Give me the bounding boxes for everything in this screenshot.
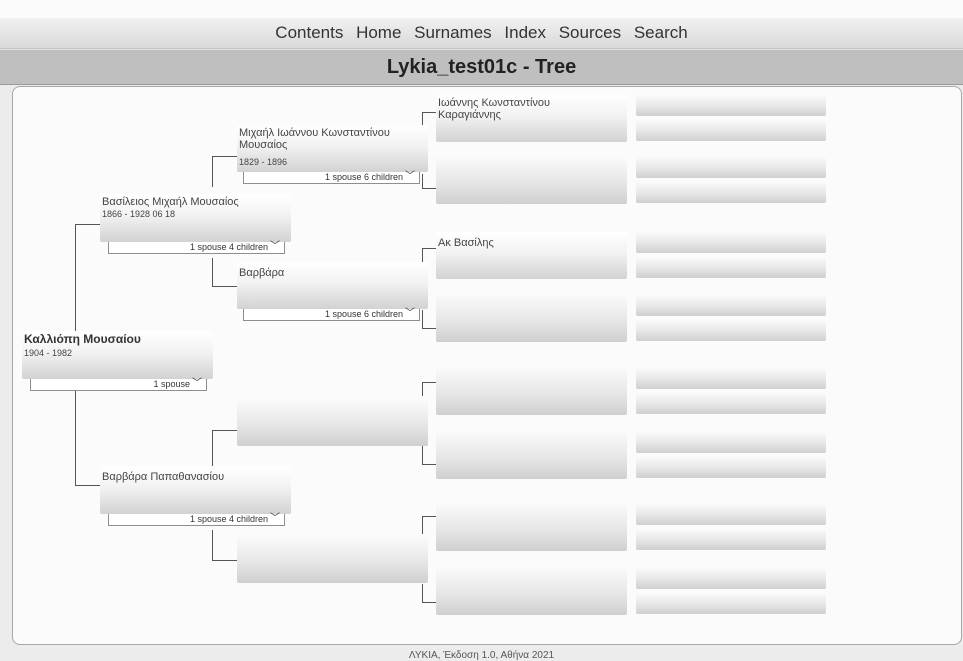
spouse-children-button[interactable]: 1 spouse 6 children ﹀ xyxy=(243,172,420,184)
great-grandparent-box[interactable]: Ακ Βασίλης xyxy=(436,232,627,279)
connector-line xyxy=(212,258,213,286)
connector-line xyxy=(422,112,436,113)
empty-person-box xyxy=(436,157,627,204)
nav-sources-link[interactable]: Sources xyxy=(559,23,621,42)
nav-home-link[interactable]: Home xyxy=(356,23,401,42)
nav-surnames-link[interactable]: Surnames xyxy=(414,23,491,42)
empty-person-box xyxy=(636,457,826,478)
connector-line xyxy=(212,430,237,431)
empty-person-box xyxy=(436,432,627,479)
chevron-down-icon: ﹀ xyxy=(270,513,280,524)
connector-line xyxy=(212,156,237,157)
empty-person-box xyxy=(436,368,627,415)
person-name: Ιωάννης Κωνσταντίνου Καραγιάννης xyxy=(438,97,551,121)
empty-person-box xyxy=(636,568,826,589)
connector-line xyxy=(212,156,213,187)
nav-contents-link[interactable]: Contents xyxy=(275,23,343,42)
empty-person-box xyxy=(636,257,826,278)
connector-line xyxy=(212,530,213,560)
empty-person-box xyxy=(636,320,826,341)
empty-person-box xyxy=(636,95,826,116)
connector-line xyxy=(75,485,100,486)
button-label: 1 spouse 4 children xyxy=(189,242,268,252)
connector-line xyxy=(422,248,436,249)
person-name: Ακ Βασίλης xyxy=(438,237,494,249)
empty-person-box xyxy=(636,593,826,614)
button-label: 1 spouse 6 children xyxy=(324,309,403,319)
connector-line xyxy=(422,602,436,603)
empty-person-box xyxy=(636,504,826,525)
connector-line xyxy=(422,382,423,396)
button-label: 1 spouse xyxy=(153,379,190,389)
empty-person-box xyxy=(636,368,826,389)
nav-search-link[interactable]: Search xyxy=(634,23,688,42)
chevron-down-icon: ﹀ xyxy=(405,171,415,182)
empty-person-box xyxy=(636,393,826,414)
connector-line xyxy=(212,286,237,287)
mother-box[interactable]: Βαρβάρα Παπαθανασίου xyxy=(100,466,291,514)
spouse-children-button[interactable]: 1 spouse 4 children ﹀ xyxy=(108,242,285,254)
empty-person-box xyxy=(436,568,627,615)
great-grandparent-box[interactable]: Ιωάννης Κωνσταντίνου Καραγιάννης xyxy=(436,95,627,142)
nav-bar: Contents Home Surnames Index Sources Sea… xyxy=(0,18,963,49)
spouse-children-button[interactable]: 1 spouse 6 children ﹀ xyxy=(243,309,420,321)
connector-line xyxy=(422,328,436,329)
root-person-box[interactable]: Καλλιόπη Μουσαίου 1904 - 1982 xyxy=(22,331,213,379)
connector-line xyxy=(422,310,423,328)
paternal-grandfather-box[interactable]: Μιχαήλ Ιωάννου Κωνσταντίνου Μουσαίος 182… xyxy=(237,125,428,172)
person-dates: 1866 - 1928 06 18 xyxy=(102,209,176,219)
empty-person-box xyxy=(636,295,826,316)
paternal-grandmother-box[interactable]: Βαρβάρα xyxy=(237,262,428,309)
spouse-children-button[interactable]: 1 spouse ﹀ xyxy=(30,379,207,391)
connector-line xyxy=(422,516,423,534)
connector-line xyxy=(422,516,436,517)
top-strip xyxy=(0,0,963,20)
button-label: 1 spouse 4 children xyxy=(189,514,268,524)
empty-person-box xyxy=(436,295,627,342)
nav-index-link[interactable]: Index xyxy=(504,23,546,42)
chevron-down-icon: ﹀ xyxy=(192,378,202,389)
person-name: Βαρβάρα xyxy=(239,267,285,279)
person-name: Μιχαήλ Ιωάννου Κωνσταντίνου Μουσαίος xyxy=(239,127,390,151)
person-name: Βασίλειος Μιχαήλ Μουσαίος xyxy=(102,196,239,208)
empty-person-box xyxy=(237,537,428,583)
connector-line xyxy=(422,464,436,465)
empty-person-box xyxy=(636,432,826,453)
connector-line xyxy=(212,560,237,561)
footer-text: ΛΥΚΙΑ, Έκδοση 1.0, Αθήνα 2021 xyxy=(408,650,555,661)
empty-person-box xyxy=(636,157,826,178)
page-title: Lykia_test01c - Tree xyxy=(0,49,963,85)
connector-line xyxy=(422,382,436,383)
chevron-down-icon: ﹀ xyxy=(270,241,280,252)
button-label: 1 spouse 6 children xyxy=(324,172,403,182)
connector-line xyxy=(422,188,436,189)
connector-line xyxy=(75,224,100,225)
person-name: Βαρβάρα Παπαθανασίου xyxy=(102,471,225,483)
father-box[interactable]: Βασίλειος Μιχαήλ Μουσαίος 1866 - 1928 06… xyxy=(100,194,291,242)
empty-person-box xyxy=(237,400,428,446)
person-name: Καλλιόπη Μουσαίου xyxy=(24,332,141,346)
empty-person-box xyxy=(636,120,826,141)
empty-person-box xyxy=(636,182,826,203)
empty-person-box xyxy=(636,529,826,550)
person-dates: 1904 - 1982 xyxy=(24,348,73,358)
empty-person-box xyxy=(436,504,627,551)
chevron-down-icon: ﹀ xyxy=(405,308,415,319)
empty-person-box xyxy=(636,232,826,253)
connector-line xyxy=(422,174,423,188)
person-dates: 1829 - 1896 xyxy=(239,157,288,167)
connector-line xyxy=(422,584,423,602)
connector-line xyxy=(422,446,423,464)
spouse-children-button[interactable]: 1 spouse 4 children ﹀ xyxy=(108,514,285,526)
